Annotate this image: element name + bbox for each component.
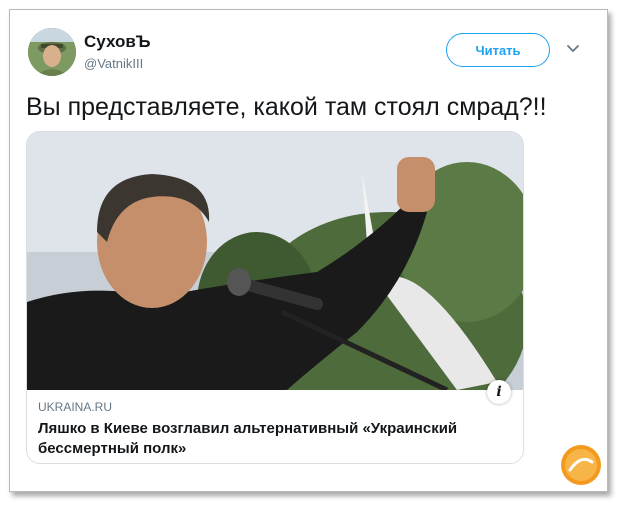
- user-name[interactable]: СуховЪ: [84, 32, 151, 52]
- avatar-image: [28, 28, 76, 76]
- card-title[interactable]: Ляшко в Киеве возглавил альтернативный «…: [38, 419, 508, 459]
- link-card[interactable]: i UKRAINA.RU Ляшко в Киеве возглавил аль…: [26, 131, 524, 464]
- user-handle[interactable]: @VatnikIII: [84, 56, 143, 71]
- avatar[interactable]: [28, 28, 76, 76]
- card-image[interactable]: [27, 132, 524, 390]
- tweet-text: Вы представляете, какой там стоял смрад?…: [26, 93, 547, 121]
- chevron-down-icon[interactable]: [566, 44, 580, 54]
- follow-button[interactable]: Читать: [446, 33, 550, 67]
- card-domain: UKRAINA.RU: [38, 400, 113, 414]
- info-button[interactable]: i: [487, 380, 511, 404]
- watermark-logo: [561, 445, 601, 485]
